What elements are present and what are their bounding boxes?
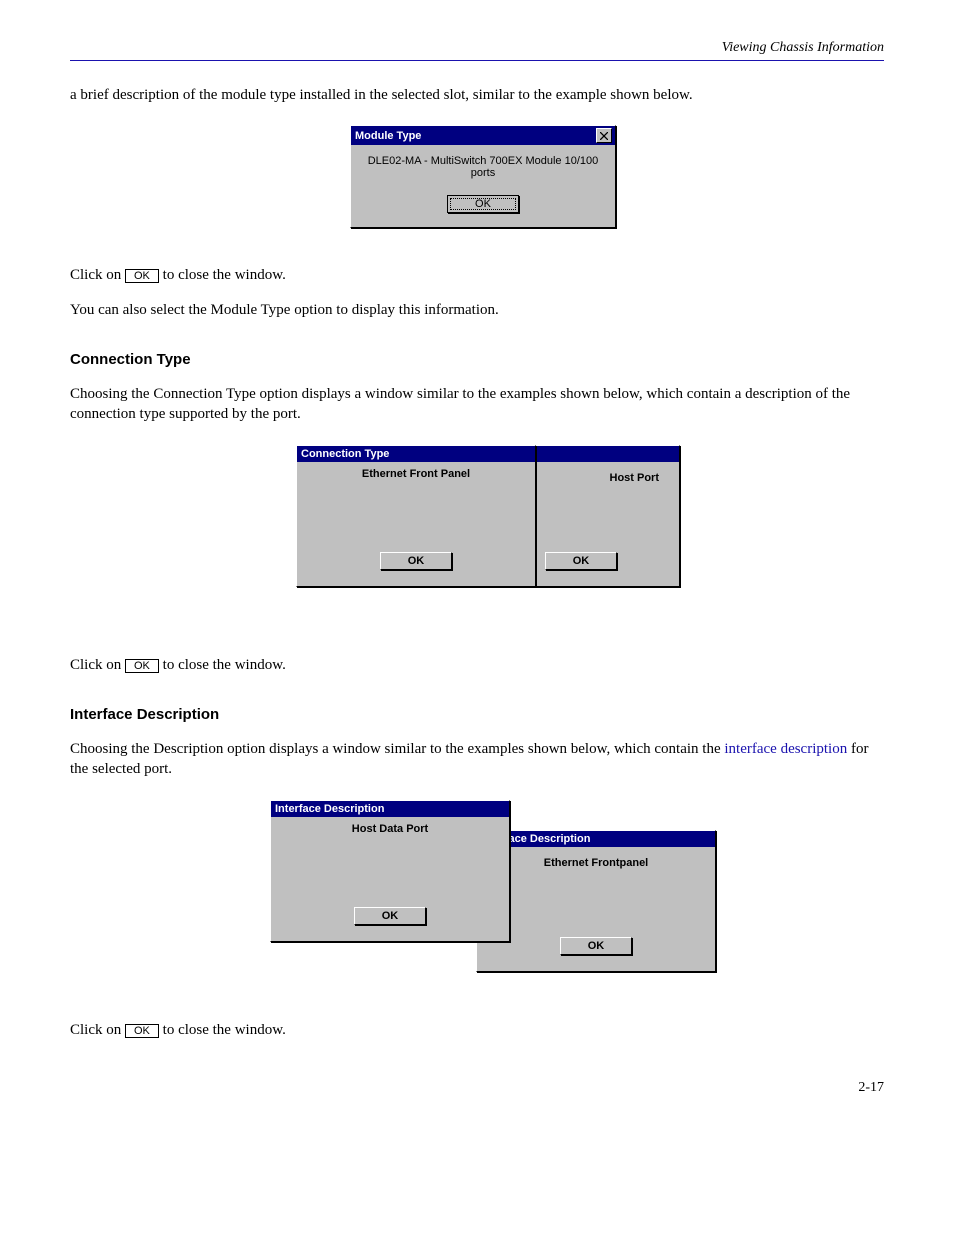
body-connection-ethernet: Ethernet Front Panel OK (297, 462, 535, 580)
dialog-connection-ethernet: Connection Type Ethernet Front Panel OK (296, 445, 536, 587)
text-fragment: to close the window. (159, 1022, 286, 1038)
close-instruction: Click on OK to close the window. (70, 265, 884, 285)
text-fragment: Click on (70, 1022, 125, 1038)
text-fragment: Click on (70, 657, 125, 673)
message-module-type: DLE02-MA - MultiSwitch 700EX Module 10/1… (363, 155, 603, 179)
message-connection-ethernet: Ethernet Front Panel (362, 468, 470, 480)
titlebar-interface-ethernet: Interface Description (477, 831, 715, 847)
button-row: OK (354, 907, 426, 925)
title-interface-hostdata: Interface Description (275, 803, 384, 815)
ok-button[interactable]: OK (545, 552, 617, 570)
close-instruction-2: Click on OK to close the window. (70, 655, 884, 675)
message-interface-hostdata: Host Data Port (352, 823, 428, 835)
titlebar-interface-hostdata: Interface Description (271, 801, 509, 817)
page-header: Viewing Chassis Information (70, 40, 884, 56)
dialog-module-type: Module Type DLE02-MA - MultiSwitch 700EX… (350, 125, 616, 228)
body-module-type: DLE02-MA - MultiSwitch 700EX Module 10/1… (351, 145, 615, 227)
ok-inline: OK (125, 659, 159, 673)
button-row: OK (560, 937, 632, 955)
figure-module-type: Module Type DLE02-MA - MultiSwitch 700EX… (70, 125, 884, 245)
close-icon[interactable] (596, 128, 612, 143)
figure-connection-type: Connection Type Host Port OK Connection … (70, 445, 884, 635)
title-connection-ethernet: Connection Type (301, 448, 389, 460)
connection-type-paragraph: Choosing the Connection Type option disp… (70, 384, 884, 425)
figure-interface-description: Interface Description Ethernet Frontpane… (70, 800, 884, 1000)
message-connection-hostport: Host Port (610, 472, 660, 484)
interface-description-paragraph: Choosing the Description option displays… (70, 739, 884, 780)
title-module-type: Module Type (355, 130, 421, 142)
ok-button[interactable]: OK (380, 552, 452, 570)
dialog-interface-hostdata: Interface Description Host Data Port OK (270, 800, 510, 942)
heading-connection-type: Connection Type (70, 350, 884, 370)
titlebar-module-type: Module Type (351, 126, 615, 145)
button-row: OK (545, 552, 617, 570)
intro-paragraph: a brief description of the module type i… (70, 85, 884, 105)
ok-inline: OK (125, 1024, 159, 1038)
header-rule (70, 60, 884, 61)
body-interface-hostdata: Host Data Port OK (271, 817, 509, 935)
text-fragment: to close the window. (159, 267, 286, 283)
ok-button[interactable]: OK (560, 937, 632, 955)
message-interface-ethernet: Ethernet Frontpanel (544, 857, 649, 869)
ok-button[interactable]: OK (354, 907, 426, 925)
button-row: OK (380, 552, 452, 570)
titlebar-connection-ethernet: Connection Type (297, 446, 535, 462)
body-interface-ethernet: Ethernet Frontpanel OK (477, 847, 715, 965)
close-instruction-3: Click on OK to close the window. (70, 1020, 884, 1040)
text-fragment: Click on (70, 267, 125, 283)
interface-description-link[interactable]: interface description (724, 741, 847, 757)
page-number: 2-17 (70, 1080, 884, 1096)
text-fragment: Choosing the Description option displays… (70, 741, 724, 757)
section-title: Viewing Chassis Information (722, 40, 884, 56)
dialog-interface-ethernet: Interface Description Ethernet Frontpane… (476, 830, 716, 972)
ok-inline: OK (125, 269, 159, 283)
text-fragment: to close the window. (159, 657, 286, 673)
ok-button[interactable]: OK (447, 195, 519, 213)
module-type-note: You can also select the Module Type opti… (70, 300, 884, 320)
heading-interface-description: Interface Description (70, 705, 884, 725)
